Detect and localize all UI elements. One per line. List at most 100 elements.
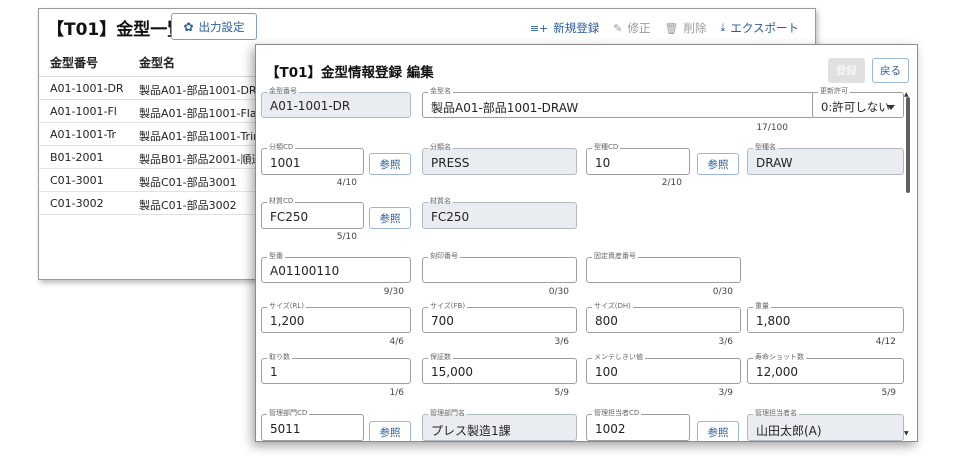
field-label: 保証数: [428, 353, 453, 362]
field-label: 取り数: [267, 353, 292, 362]
dept-name-field[interactable]: 管理部門名 プレス製造1課: [422, 409, 577, 441]
trash-icon: 🗑: [664, 21, 679, 35]
field-label: 型種CD: [592, 143, 621, 152]
field-value: 800: [595, 314, 618, 328]
field-value: 5011: [270, 422, 301, 436]
weight-field[interactable]: 重量 1,800: [747, 302, 904, 333]
update-permission-select[interactable]: 更新許可 0:許可しない: [812, 87, 904, 118]
material-ref-button[interactable]: 参照: [369, 207, 411, 229]
field-label: 材質CD: [267, 197, 296, 206]
new-register-button[interactable]: ≡+ 新規登録: [530, 20, 599, 36]
life-shots-field[interactable]: 寿命ショット数 12,000: [747, 353, 904, 384]
field-value: 700: [431, 314, 454, 328]
person-cd-field[interactable]: 管理担当者CD 1002: [586, 409, 690, 441]
person-name-field[interactable]: 管理担当者名 山田太郎(A): [747, 409, 904, 441]
field-label: 分類CD: [267, 143, 296, 152]
field-label: 重量: [753, 302, 771, 311]
export-label: エクスポート: [730, 21, 799, 35]
class-ref-button[interactable]: 参照: [369, 153, 411, 175]
column-header[interactable]: 金型名: [139, 54, 175, 71]
field-value: 12,000: [756, 365, 798, 379]
char-counter: 2/10: [661, 178, 682, 188]
char-counter: 0/30: [548, 287, 569, 297]
field-label: 固定資産番号: [592, 252, 638, 261]
dept-cd-field[interactable]: 管理部門CD 5011: [261, 409, 364, 441]
back-button[interactable]: 戻る: [872, 58, 909, 83]
field-value: A01100110: [270, 264, 340, 278]
size-dh-field[interactable]: サイズ(DH) 800: [586, 302, 741, 333]
mold-no-field[interactable]: 金型番号 A01-1001-DR: [261, 87, 411, 118]
field-value: 1: [270, 365, 278, 379]
field-label: 管理担当者名: [753, 409, 799, 418]
material-cd-field[interactable]: 材質CD FC250: [261, 197, 364, 229]
export-button[interactable]: ⤓ エクスポート: [720, 20, 799, 36]
material-name-field[interactable]: 材質名 FC250: [422, 197, 577, 229]
field-value: 山田太郎(A): [756, 424, 822, 438]
stamp-no-field[interactable]: 刻印番号: [422, 252, 577, 283]
field-label: サイズ(RL): [267, 302, 307, 311]
asset-no-field[interactable]: 固定資産番号: [586, 252, 741, 283]
gear-icon: ✿: [183, 19, 194, 34]
scroll-down-arrow-icon[interactable]: ▼: [904, 430, 909, 437]
field-value: 製品A01-部品1001-DRAW: [431, 101, 579, 115]
field-label: 寿命ショット数: [753, 353, 806, 362]
class-name-field[interactable]: 分類名 PRESS: [422, 143, 577, 175]
maint-threshold-field[interactable]: メンテしきい値 100: [586, 353, 741, 384]
field-label: 管理部門CD: [267, 409, 310, 418]
delete-label: 削除: [683, 21, 707, 35]
model-no-field[interactable]: 型番 A01100110: [261, 252, 411, 283]
column-header[interactable]: 金型番号: [50, 54, 98, 71]
person-ref-button[interactable]: 参照: [697, 421, 739, 441]
type-ref-button[interactable]: 参照: [697, 153, 739, 175]
field-value: DRAW: [756, 156, 793, 170]
cell-mold-name: 製品C01-部品3002: [139, 199, 237, 212]
cell-mold-no: C01-3002: [50, 197, 104, 210]
size-fb-field[interactable]: サイズ(FB) 700: [422, 302, 577, 333]
dialog-title: 【T01】金型情報登録 編集: [266, 65, 434, 81]
class-cd-field[interactable]: 分類CD 1001: [261, 143, 364, 175]
field-value: 1,200: [270, 314, 305, 328]
register-button[interactable]: 登録: [828, 58, 865, 83]
char-counter: 9/30: [383, 287, 404, 297]
dept-ref-button[interactable]: 参照: [369, 421, 411, 441]
chevron-down-icon: [887, 105, 895, 110]
field-label: 型種名: [753, 143, 778, 152]
size-rl-field[interactable]: サイズ(RL) 1,200: [261, 302, 411, 333]
mold-name-field[interactable]: 金型名 製品A01-部品1001-DRAW: [422, 87, 815, 118]
new-register-label: 新規登録: [553, 21, 600, 35]
field-label: 金型番号: [267, 87, 299, 96]
field-value: 1002: [595, 422, 626, 436]
char-counter: 3/6: [554, 337, 569, 347]
cell-mold-no: A01-1001-Tr: [50, 128, 117, 141]
edit-button[interactable]: ✎ 修正: [613, 20, 650, 36]
field-label: 型番: [267, 252, 285, 261]
field-value: FC250: [270, 210, 309, 224]
char-counter: 4/10: [336, 178, 357, 188]
char-counter: 5/9: [554, 388, 569, 398]
field-value: PRESS: [431, 156, 470, 170]
mold-edit-dialog: 【T01】金型情報登録 編集 登録 戻る 金型番号 A01-1001-DR 金型…: [255, 44, 918, 442]
field-value: 15,000: [431, 365, 473, 379]
guarantee-field[interactable]: 保証数 15,000: [422, 353, 577, 384]
output-settings-label: 出力設定: [198, 19, 245, 34]
output-settings-button[interactable]: ✿ 出力設定: [171, 13, 257, 40]
char-counter: 4/12: [875, 337, 896, 347]
field-value: FC250: [431, 210, 470, 224]
scrollbar-thumb[interactable]: [906, 97, 910, 193]
type-name-field[interactable]: 型種名 DRAW: [747, 143, 904, 175]
list-title: 【T01】金型一覧: [47, 20, 185, 40]
scrollbar[interactable]: [906, 97, 910, 437]
char-counter: 1/6: [389, 388, 404, 398]
field-label: サイズ(DH): [592, 302, 633, 311]
cavities-field[interactable]: 取り数 1: [261, 353, 411, 384]
cell-mold-name: 製品A01-部品1001-Trim: [139, 130, 264, 143]
delete-button[interactable]: 🗑 削除: [665, 20, 707, 36]
field-value: 0:許可しない: [821, 100, 890, 114]
field-label: 刻印番号: [428, 252, 460, 261]
download-icon: ⤓: [720, 21, 726, 34]
field-value: 1001: [270, 156, 301, 170]
type-cd-field[interactable]: 型種CD 10: [586, 143, 690, 175]
field-label: メンテしきい値: [592, 353, 645, 362]
field-label: 管理担当者CD: [592, 409, 642, 418]
char-counter: 5/10: [336, 232, 357, 242]
